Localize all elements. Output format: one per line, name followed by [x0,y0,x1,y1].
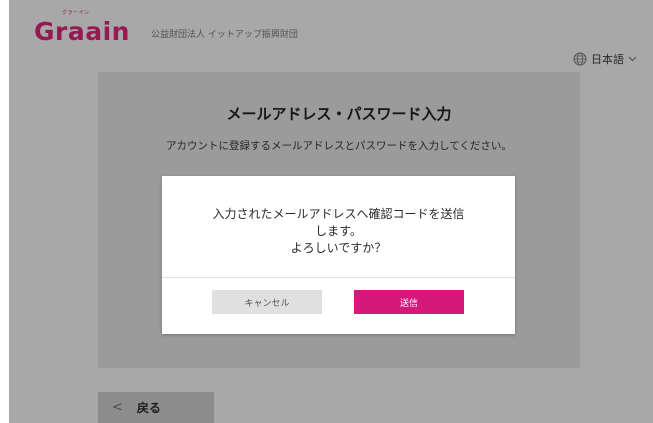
back-button[interactable]: < 戻る [98,392,214,423]
dialog-divider [162,277,515,278]
language-selector[interactable]: 日本語 [573,51,637,67]
dialog-message-line-3: よろしいですか？ [290,241,387,255]
chevron-left-icon: < [112,400,123,415]
site-logo[interactable]: Graain [34,17,130,46]
dialog-message-line-2: します。 [315,224,362,238]
language-label: 日本語 [591,53,624,66]
back-label: 戻る [136,401,161,415]
globe-icon [573,52,587,66]
organization-name: 公益財団法人 イットアップ振興財団 [151,30,298,40]
dialog-message: 入力されたメールアドレスへ確認コードを送信 します。 よろしいですか？ [172,206,505,257]
logo-ruby: グラーイン [62,10,90,16]
send-button[interactable]: 送信 [354,290,464,314]
confirm-dialog: 入力されたメールアドレスへ確認コードを送信 します。 よろしいですか？ キャンセ… [162,176,515,334]
page-title: メールアドレス・パスワード入力 [226,105,452,123]
dialog-message-line-1: 入力されたメールアドレスへ確認コードを送信 [212,207,465,221]
chevron-down-icon [628,56,637,62]
page-description: アカウントに登録するメールアドレスとパスワードを入力してください。 [166,140,512,152]
left-edge [0,0,9,423]
cancel-button[interactable]: キャンセル [212,290,322,314]
